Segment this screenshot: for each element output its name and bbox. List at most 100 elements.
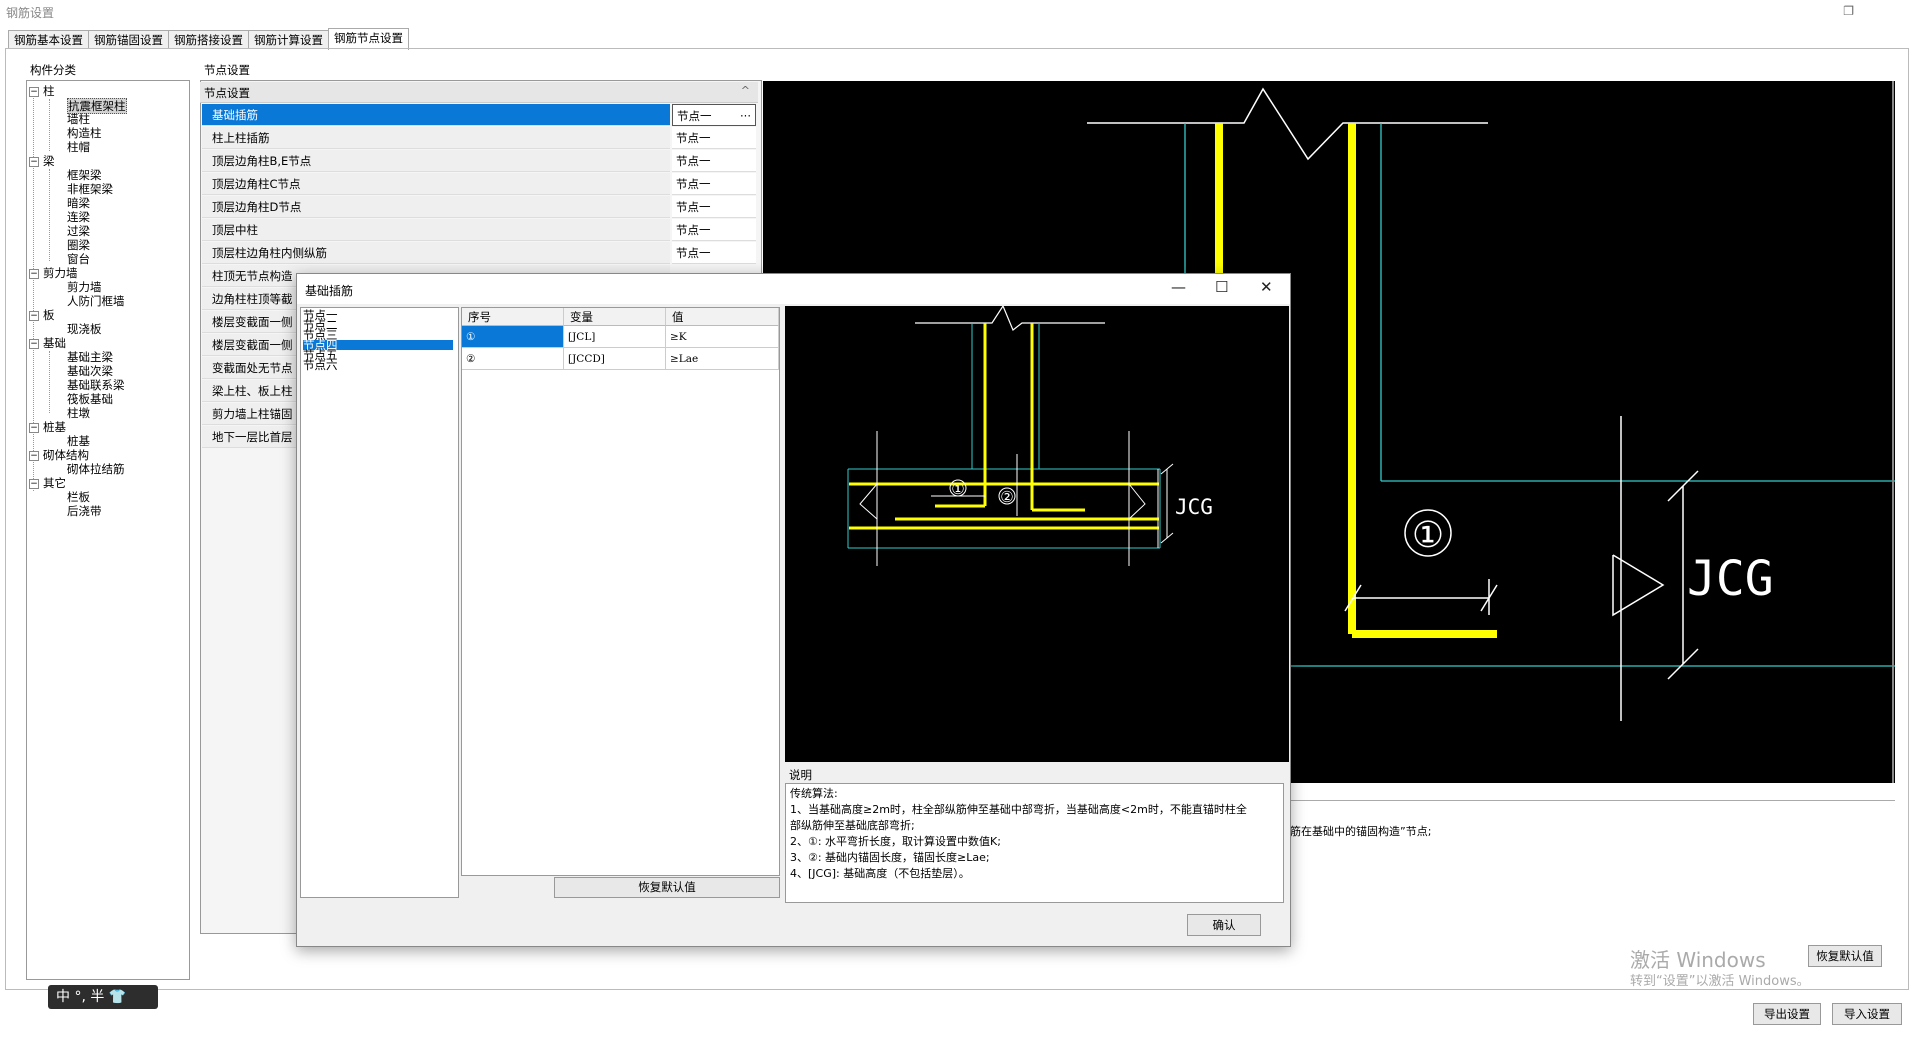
node-item-6[interactable]: 节点六	[303, 359, 453, 371]
restore-window-icon[interactable]: ❐	[1843, 4, 1854, 18]
marker-1: ①	[1412, 515, 1444, 556]
tree-item-civil-defense-wall[interactable]: 人防门框墙	[67, 294, 125, 308]
prop-value[interactable]: 节点一	[672, 242, 756, 264]
explain-line: 1、当基础高度≥2m时，柱全部纵筋伸至基础中部弯折，当基础高度<2m时，不能直锚…	[790, 803, 1247, 816]
tree-item-pile-child[interactable]: 桩基	[67, 434, 90, 448]
tree-item-found-main-beam[interactable]: 基础主梁	[67, 350, 113, 364]
table-cell-var[interactable]: [JCCD]	[564, 348, 666, 370]
tab-lap[interactable]: 钢筋搭接设置	[168, 30, 249, 49]
description-text: 筋在基础中的锚固构造”节点;	[1290, 825, 1432, 838]
collapse-icon[interactable]: −	[29, 339, 39, 349]
tree-item-hidden-beam[interactable]: 暗梁	[67, 196, 90, 210]
tab-calculation[interactable]: 钢筋计算设置	[248, 30, 329, 49]
collapse-icon[interactable]: −	[29, 87, 39, 97]
dialog-titlebar: 基础插筋 — ☐ ✕	[297, 274, 1290, 304]
explain-label: 说明	[789, 768, 812, 782]
prop-row[interactable]: 柱上柱插筋	[202, 127, 670, 149]
explain-line: 部纵筋伸至基础底部弯折;	[790, 819, 915, 832]
explain-text-box: 传统算法: 1、当基础高度≥2m时，柱全部纵筋伸至基础中部弯折，当基础高度<2m…	[785, 783, 1284, 903]
maximize-icon[interactable]: ☐	[1215, 278, 1228, 296]
tree-item-col-pier[interactable]: 柱墩	[67, 406, 90, 420]
tree-item-raft[interactable]: 筏板基础	[67, 392, 113, 406]
tab-node[interactable]: 钢筋节点设置	[328, 28, 409, 50]
explain-line: 传统算法:	[790, 787, 838, 800]
collapse-icon[interactable]: −	[29, 269, 39, 279]
tree-item-beam[interactable]: 梁	[43, 154, 55, 168]
tree-item-parapet[interactable]: 栏板	[67, 490, 90, 504]
window-title: 钢筋设置	[6, 6, 55, 20]
collapse-icon[interactable]: −	[29, 157, 39, 167]
table-cell-no[interactable]: ②	[462, 348, 564, 370]
tree-item-frame-beam[interactable]: 框架梁	[67, 168, 102, 182]
collapse-icon[interactable]: −	[29, 423, 39, 433]
tree-item-window-sill[interactable]: 窗台	[67, 252, 90, 266]
node-settings-label: 节点设置	[204, 63, 250, 77]
ime-status[interactable]: 中 °, 半 👕	[56, 989, 126, 1005]
tree-item-nonframe-beam[interactable]: 非框架梁	[67, 182, 113, 196]
explain-line: 4、[JCG]: 基础高度（不包括垫层）。	[790, 867, 970, 880]
activate-watermark: 激活 Windows	[1630, 948, 1766, 972]
table-cell-no[interactable]: ①	[462, 326, 564, 348]
prop-value[interactable]: 节点一	[672, 150, 756, 172]
prop-row-foundation-dowel[interactable]: 基础插筋	[202, 104, 670, 126]
tree-item-ring-beam[interactable]: 圈梁	[67, 238, 90, 252]
prop-row[interactable]: 顶层边角柱D节点	[202, 196, 670, 218]
tree-item-link-beam[interactable]: 连梁	[67, 210, 90, 224]
tree-item-col-cap[interactable]: 柱帽	[67, 140, 90, 154]
prop-row[interactable]: 顶层边角柱C节点	[202, 173, 670, 195]
tree-item-wall-col[interactable]: 墙柱	[67, 112, 90, 126]
prop-value[interactable]: 节点一	[672, 173, 756, 195]
component-tree[interactable]: − 柱 抗震框架柱 墙柱 构造柱 柱帽 − 梁 框架梁 非框架梁 暗梁 连梁 过…	[26, 80, 190, 980]
tab-anchorage[interactable]: 钢筋锚固设置	[88, 30, 169, 49]
prop-value[interactable]: 节点一	[672, 219, 756, 241]
collapse-icon[interactable]: −	[29, 451, 39, 461]
tree-item-lintel[interactable]: 过梁	[67, 224, 90, 238]
tree-item-other[interactable]: 其它	[43, 476, 66, 490]
tree-item-found-sec-beam[interactable]: 基础次梁	[67, 364, 113, 378]
marker-2-small: ②	[1000, 488, 1013, 506]
prop-row[interactable]: 顶层边角柱B,E节点	[202, 150, 670, 172]
tree-item-post-pour-strip[interactable]: 后浇带	[67, 504, 102, 518]
ime-toolbar[interactable]: 中 °, 半 👕	[48, 985, 158, 1009]
tree-item-shear-wall[interactable]: 剪力墙	[43, 266, 78, 280]
collapse-up-icon[interactable]: ^	[741, 84, 750, 97]
tree-item-masonry[interactable]: 砌体结构	[43, 448, 89, 462]
prop-value-dropdown[interactable]: 节点一 ···	[672, 104, 756, 126]
jcg-label: JCG	[1687, 551, 1774, 607]
prop-value[interactable]: 节点一	[672, 196, 756, 218]
tree-item-cast-slab[interactable]: 现浇板	[67, 322, 102, 336]
export-settings-button[interactable]: 导出设置	[1753, 1003, 1821, 1025]
prop-value[interactable]: 节点一	[672, 127, 756, 149]
ellipsis-button[interactable]: ···	[740, 105, 751, 127]
table-cell-var[interactable]: [JCL]	[564, 326, 666, 348]
tree-item-foundation[interactable]: 基础	[43, 336, 66, 350]
marker-1-small: ①	[951, 480, 964, 498]
dialog-restore-default-button[interactable]: 恢复默认值	[554, 877, 780, 898]
minimize-icon[interactable]: —	[1171, 278, 1186, 296]
variable-grid: 序号 变量 值 ① [JCL] ≥K ② [JCCD] ≥Lae	[461, 307, 780, 876]
description-area: 筋在基础中的锚固构造”节点;	[1290, 800, 1895, 983]
tree-item-constructional-col[interactable]: 构造柱	[67, 126, 102, 140]
tree-item-masonry-tie[interactable]: 砌体拉结筋	[67, 462, 125, 476]
tab-basic[interactable]: 钢筋基本设置	[8, 30, 89, 49]
prop-row[interactable]: 顶层中柱	[202, 219, 670, 241]
jcg-label-small: JCG	[1175, 495, 1213, 519]
node-list[interactable]: 节点一 节点二 节点三 节点四 节点五 节点六	[300, 307, 459, 898]
collapse-icon[interactable]: −	[29, 311, 39, 321]
tree-item-found-tie-beam[interactable]: 基础联系梁	[67, 378, 125, 392]
restore-default-button[interactable]: 恢复默认值	[1808, 945, 1882, 967]
dialog-title: 基础插筋	[305, 284, 354, 298]
tree-item-shear-wall-child[interactable]: 剪力墙	[67, 280, 102, 294]
node-dialog: 基础插筋 — ☐ ✕ 节点一 节点二 节点三 节点四 节点五 节点六 序号 变量…	[296, 273, 1291, 947]
import-settings-button[interactable]: 导入设置	[1832, 1003, 1902, 1025]
collapse-icon[interactable]: −	[29, 479, 39, 489]
tree-item-slab[interactable]: 板	[43, 308, 55, 322]
prop-row[interactable]: 顶层柱边角柱内侧纵筋	[202, 242, 670, 264]
close-icon[interactable]: ✕	[1260, 278, 1273, 296]
tree-item-col[interactable]: 柱	[43, 84, 55, 98]
confirm-button[interactable]: 确认	[1187, 914, 1261, 936]
tree-item-pile[interactable]: 桩基	[43, 420, 66, 434]
table-cell-val[interactable]: ≥Lae	[666, 348, 779, 370]
node-grid-header: 节点设置 ^	[200, 82, 758, 103]
table-cell-val[interactable]: ≥K	[666, 326, 779, 348]
